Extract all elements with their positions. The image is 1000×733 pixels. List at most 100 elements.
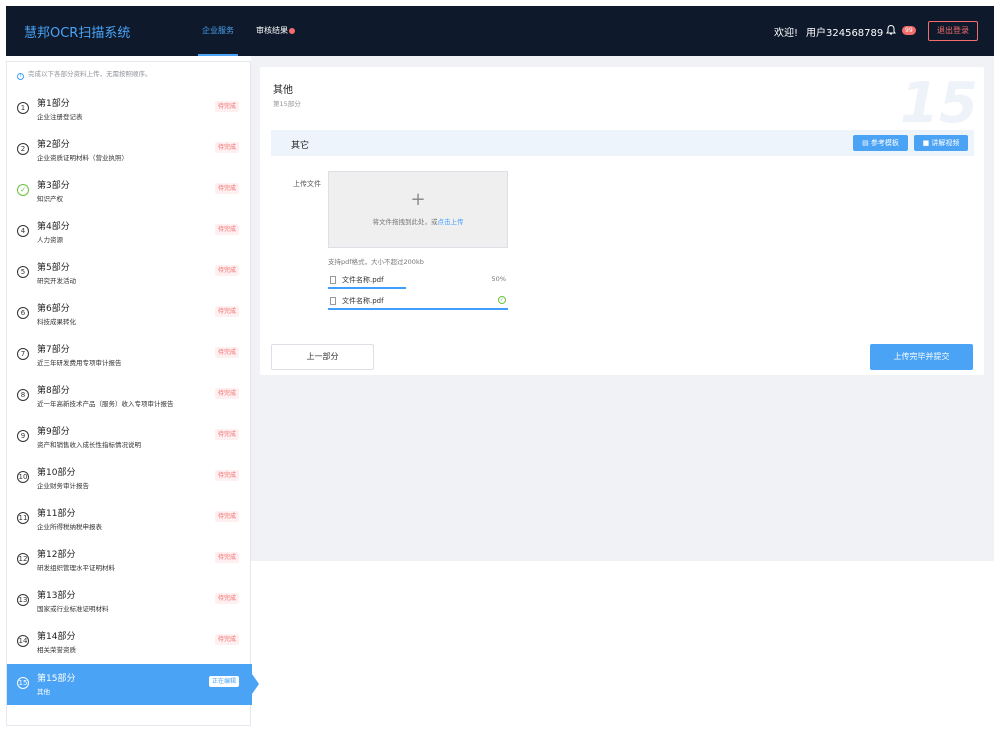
step-title: 第4部分 bbox=[37, 222, 70, 232]
step-item-14[interactable]: 14 第14部分 相关荣誉资质 待完成 bbox=[7, 622, 250, 663]
submit-button[interactable]: 上传完毕并提交 bbox=[870, 344, 973, 370]
step-sidebar: i 完成以下各部分资料上传，无需按照顺序。 1 第1部分 企业注册登记表 待完成 2 第2… bbox=[6, 61, 259, 726]
document-icon: ▤ bbox=[862, 139, 871, 147]
step-title: 第7部分 bbox=[37, 345, 70, 355]
section-number-watermark: 15 bbox=[900, 71, 978, 136]
reference-template-label: 参考模板 bbox=[870, 139, 899, 147]
upload-complete-bar bbox=[328, 308, 508, 310]
page-title: 其他 bbox=[273, 85, 293, 96]
status-badge: 待完成 bbox=[215, 511, 240, 522]
step-item-4[interactable]: 4 第4部分人力资源 待完成 bbox=[7, 212, 250, 253]
step-number: 13 bbox=[17, 594, 29, 606]
step-item-15[interactable]: 15 第15部分其他 正在编辑 bbox=[7, 664, 259, 705]
step-number: 6 bbox=[17, 307, 29, 319]
step-item-6[interactable]: 6 第6部分 科技成果转化 待完成 bbox=[7, 294, 250, 335]
step-number: 4 bbox=[17, 225, 29, 237]
step-subtitle: 近三年研发费用专项审计报告 bbox=[37, 359, 122, 367]
file-item-done[interactable]: 文件名称.pdf ✓ bbox=[328, 296, 508, 310]
step-item-7[interactable]: 7 第7部分近三年研发费用专项审计报告 待完成 bbox=[7, 335, 250, 376]
status-badge: 待完成 bbox=[215, 183, 240, 194]
step-title: 第11部分 bbox=[37, 509, 76, 519]
page-subtitle: 第15部分 bbox=[273, 100, 301, 108]
step-number: 7 bbox=[17, 348, 29, 360]
logout-button[interactable]: 退出登录 bbox=[928, 21, 978, 41]
step-number: 10 bbox=[17, 471, 29, 483]
step-item-8[interactable]: 8 第8部分 近一年高新技术产品（服务）收入专项审计报告 待完成 bbox=[7, 376, 250, 417]
step-number: 14 bbox=[17, 635, 29, 647]
step-title: 第5部分 bbox=[37, 263, 70, 273]
plus-icon: + bbox=[410, 189, 426, 210]
step-subtitle: 知识产权 bbox=[37, 195, 63, 203]
file-name: 文件名称.pdf bbox=[342, 276, 384, 284]
section-header-bar: 其它 ▤ 参考模板 ■ 讲解视频 bbox=[271, 130, 974, 156]
status-badge: 正在编辑 bbox=[209, 676, 240, 687]
step-item-1[interactable]: 1 第1部分 企业注册登记表 待完成 bbox=[7, 89, 250, 130]
step-subtitle: 其他 bbox=[37, 688, 50, 696]
reference-template-button[interactable]: ▤ 参考模板 bbox=[853, 135, 908, 151]
step-number: 5 bbox=[17, 266, 29, 278]
step-item-2[interactable]: 2 第2部分企业资质证明材料（营业执照） 待完成 bbox=[7, 130, 250, 171]
status-badge: 待完成 bbox=[215, 593, 240, 604]
upload-progress-bar bbox=[328, 287, 406, 289]
dropzone-hint: 将文件拖拽到此处，或点击上传 bbox=[329, 216, 507, 226]
step-item-13[interactable]: 13 第13部分 国家或行业标准证明材料 待完成 bbox=[7, 581, 250, 622]
file-name: 文件名称.pdf bbox=[342, 297, 384, 305]
step-subtitle: 研究开发活动 bbox=[37, 277, 76, 285]
check-circle-icon: ✓ bbox=[498, 296, 506, 304]
status-badge: 待完成 bbox=[215, 634, 240, 645]
status-badge: 待完成 bbox=[215, 347, 240, 358]
step-number: 9 bbox=[17, 430, 29, 442]
status-badge: 待完成 bbox=[215, 388, 240, 399]
step-subtitle: 国家或行业标准证明材料 bbox=[37, 605, 109, 613]
username: 用户324568789 bbox=[806, 28, 884, 39]
file-item-uploading[interactable]: 文件名称.pdf 50% bbox=[328, 275, 508, 289]
notification-badge: 99 bbox=[902, 26, 916, 35]
tutorial-video-button[interactable]: ■ 讲解视频 bbox=[914, 135, 968, 151]
status-badge: 待完成 bbox=[215, 429, 240, 440]
previous-section-button[interactable]: 上一部分 bbox=[271, 344, 374, 370]
step-number: 15 bbox=[17, 677, 29, 689]
step-item-3[interactable]: ✓ 第3部分 知识产权 待完成 bbox=[7, 171, 250, 212]
nav-tab-enterprise-service[interactable]: 企业服务 bbox=[198, 6, 238, 56]
step-item-12[interactable]: 12 第12部分 研发组织管理水平证明材料 待完成 bbox=[7, 540, 250, 581]
file-icon bbox=[330, 276, 336, 284]
nav-tab-review-results[interactable]: 审核结果 bbox=[256, 6, 295, 56]
status-badge: 待完成 bbox=[215, 101, 240, 112]
format-hint: 支持pdf格式，大小不超过200kb bbox=[328, 258, 424, 266]
step-item-9[interactable]: 9 第9部分 资产和销售收入成长性指标情况说明 待完成 bbox=[7, 417, 250, 458]
app-window: 慧邦OCR扫描系统 企业服务 审核结果 欢迎! 用户324568789 99 退… bbox=[6, 6, 994, 726]
status-badge: 待完成 bbox=[215, 224, 240, 235]
step-subtitle: 近一年高新技术产品（服务）收入专项审计报告 bbox=[37, 400, 174, 408]
step-title: 第15部分 bbox=[37, 674, 76, 684]
upload-dropzone[interactable]: + 将文件拖拽到此处，或点击上传 bbox=[328, 171, 508, 248]
step-title: 第10部分 bbox=[37, 468, 76, 478]
sidebar-notice: i 完成以下各部分资料上传，无需按照顺序。 bbox=[17, 68, 152, 80]
step-item-5[interactable]: 5 第5部分 研究开发活动 待完成 bbox=[7, 253, 250, 294]
notice-text: 完成以下各部分资料上传，无需按照顺序。 bbox=[28, 70, 152, 78]
step-number: 1 bbox=[17, 102, 29, 114]
status-badge: 待完成 bbox=[215, 470, 240, 481]
step-item-11[interactable]: 11 第11部分 企业所得税纳税申报表 待完成 bbox=[7, 499, 250, 540]
upload-progress-text: 50% bbox=[491, 275, 506, 283]
notification-dot bbox=[289, 27, 295, 34]
status-badge: 待完成 bbox=[215, 142, 240, 153]
step-subtitle: 科技成果转化 bbox=[37, 318, 76, 326]
step-subtitle: 资产和销售收入成长性指标情况说明 bbox=[37, 441, 141, 449]
status-badge: 待完成 bbox=[215, 306, 240, 317]
click-upload-link[interactable]: 点击上传 bbox=[438, 218, 464, 226]
section-card: 15 其他 第15部分 其它 ▤ 参考模板 ■ 讲解视频 上传文件 + 将文件拖… bbox=[260, 67, 984, 375]
step-number: 2 bbox=[17, 143, 29, 155]
step-item-10[interactable]: 10 第10部分企业财务审计报告 待完成 bbox=[7, 458, 250, 499]
step-subtitle: 相关荣誉资质 bbox=[37, 646, 76, 654]
upload-label: 上传文件 bbox=[293, 180, 321, 188]
brand-logo: 慧邦OCR扫描系统 bbox=[24, 26, 131, 41]
info-icon: i bbox=[17, 73, 24, 80]
bell-icon[interactable] bbox=[885, 24, 897, 36]
step-subtitle: 企业资质证明材料（营业执照） bbox=[37, 154, 128, 162]
step-number: 12 bbox=[17, 553, 29, 565]
step-title: 第2部分 bbox=[37, 140, 70, 150]
step-subtitle: 研发组织管理水平证明材料 bbox=[37, 564, 115, 572]
step-subtitle: 人力资源 bbox=[37, 236, 63, 244]
step-subtitle: 企业注册登记表 bbox=[37, 113, 83, 121]
step-subtitle: 企业财务审计报告 bbox=[37, 482, 89, 490]
